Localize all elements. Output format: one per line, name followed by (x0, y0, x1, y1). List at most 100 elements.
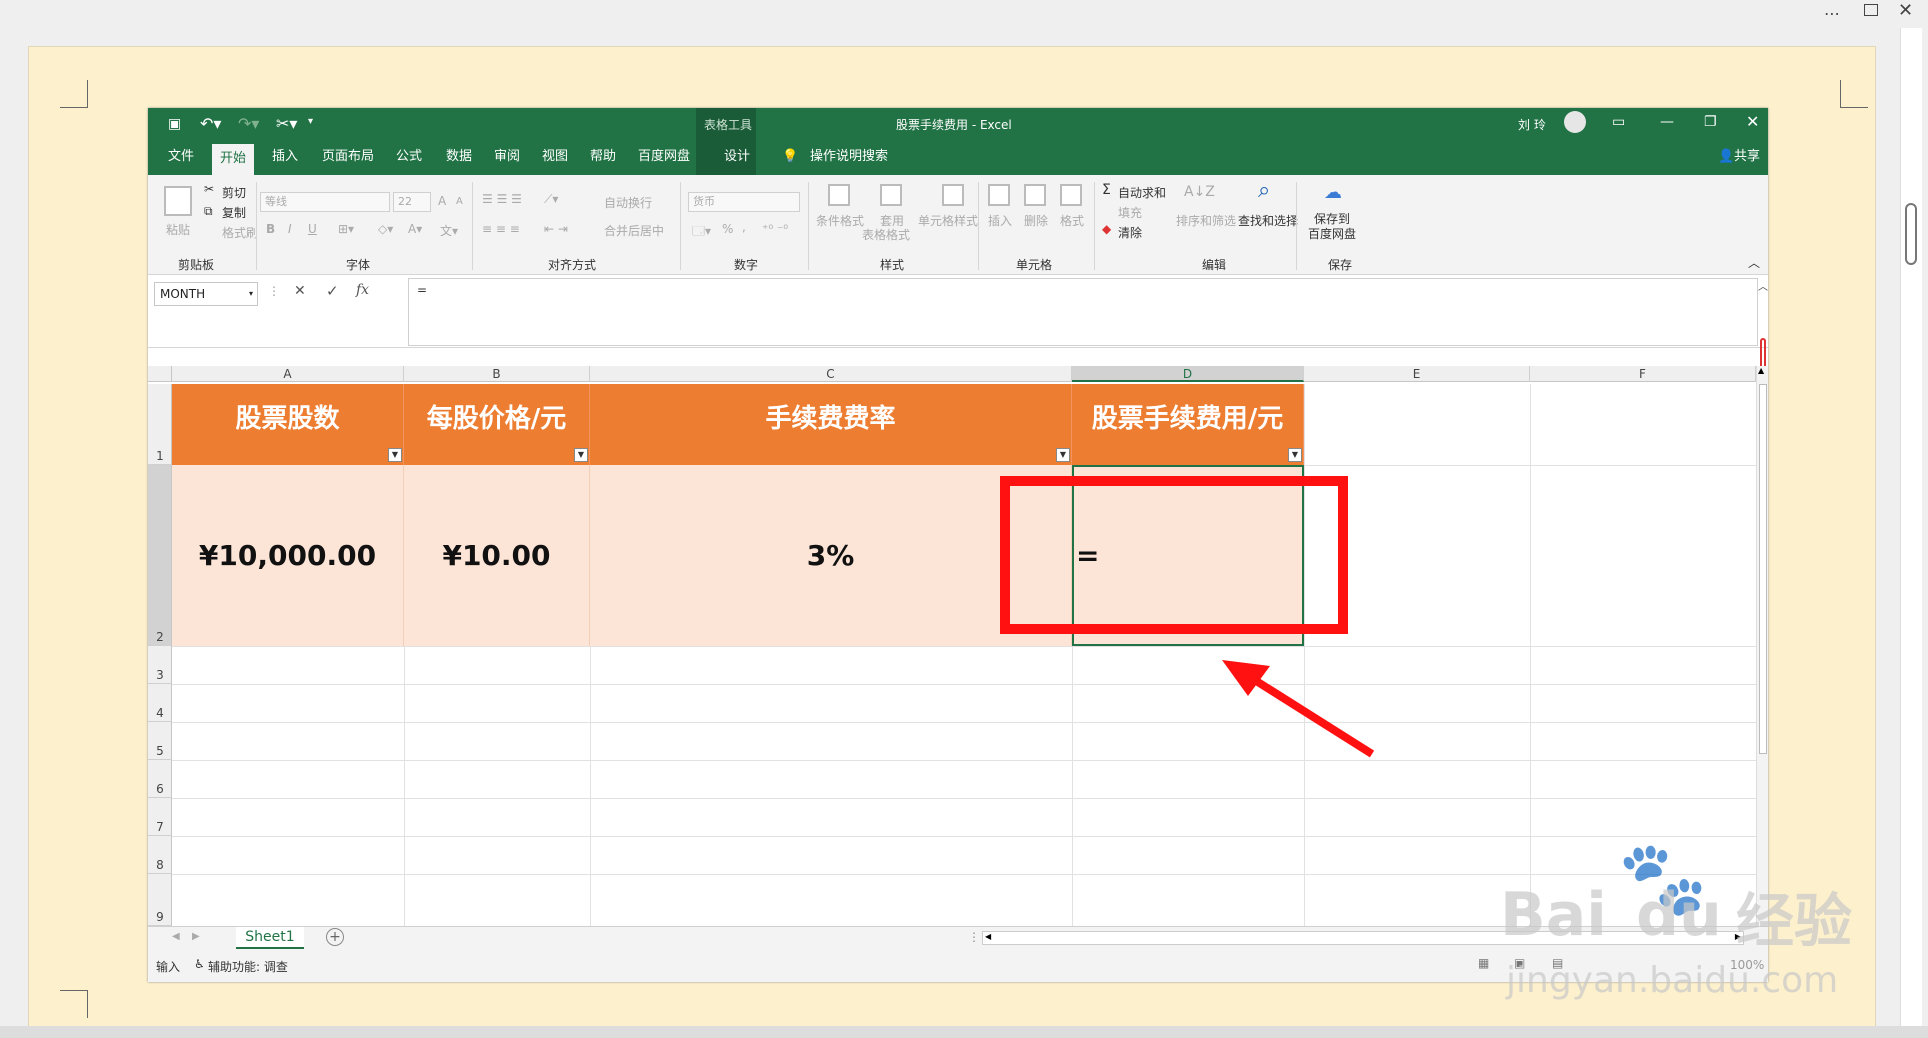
bold-button[interactable]: B (266, 222, 275, 236)
tab-splitter-icon[interactable]: ⋮ (968, 930, 980, 944)
align-left-icon[interactable]: ≡ ≡ ≡ (482, 222, 520, 236)
header-cell-a1[interactable]: 股票股数 (172, 384, 404, 465)
cell-styles-button[interactable]: 单元格样式 (918, 212, 978, 229)
column-header-c[interactable]: C (590, 366, 1072, 382)
redo-icon[interactable]: ↷▾ (238, 114, 259, 133)
phonetic-icon[interactable]: 文▾ (440, 222, 458, 239)
row-header-3[interactable]: 3 (148, 646, 172, 684)
header-cell-c1[interactable]: 手续费费率 (590, 384, 1072, 465)
orientation-icon[interactable]: ⟋▾ (544, 192, 558, 207)
document-horizontal-scrollbar[interactable] (0, 1026, 1928, 1038)
restore-icon[interactable]: ❐ (1704, 114, 1717, 130)
column-header-d[interactable]: D (1072, 366, 1304, 382)
paste-button[interactable]: 粘贴 (166, 221, 190, 238)
conditional-format-icon[interactable] (828, 184, 850, 206)
ribbon-display-icon[interactable]: ▭ (1612, 114, 1625, 130)
borders-icon[interactable]: ⊞▾ (338, 222, 354, 236)
select-all-corner[interactable] (148, 366, 172, 382)
underline-button[interactable]: U (308, 222, 317, 236)
font-size-select[interactable]: 22 (393, 192, 431, 212)
more-icon[interactable]: ⋯ (1824, 4, 1840, 23)
row-header-7[interactable]: 7 (148, 798, 172, 836)
delete-cells-button[interactable]: 删除 (1024, 212, 1048, 229)
filter-dropdown-a[interactable]: ▼ (388, 448, 402, 462)
insert-cells-button[interactable]: 插入 (988, 212, 1012, 229)
font-color-icon[interactable]: A▾ (408, 222, 422, 236)
cut-quick-icon[interactable]: ✂▾ (276, 114, 297, 133)
find-select-button[interactable]: 查找和选择 (1238, 212, 1298, 229)
italic-button[interactable]: I (288, 222, 292, 236)
decimal-icon[interactable]: ⁺⁰ ⁻⁰ (762, 222, 788, 236)
sheet-vertical-scrollbar[interactable]: ▲ (1756, 366, 1768, 926)
sheet-scroll-thumb[interactable] (1759, 384, 1767, 754)
cell-b2[interactable]: ¥10.00 (404, 465, 590, 646)
customize-qat-icon[interactable]: ▾ (308, 116, 313, 127)
filter-dropdown-c[interactable]: ▼ (1056, 448, 1070, 462)
column-header-a[interactable]: A (172, 366, 404, 382)
enter-icon[interactable]: ✓ (326, 282, 339, 300)
window-restore-icon[interactable] (1864, 4, 1878, 16)
filter-dropdown-b[interactable]: ▼ (574, 448, 588, 462)
filter-dropdown-d[interactable]: ▼ (1288, 448, 1302, 462)
save-icon[interactable]: ▣ (168, 116, 181, 132)
tab-insert[interactable]: 插入 (272, 143, 298, 171)
cell-styles-icon[interactable] (942, 184, 964, 206)
tab-file[interactable]: 文件 (168, 143, 194, 171)
close-icon[interactable]: ✕ (1898, 0, 1913, 21)
tab-help[interactable]: 帮助 (590, 143, 616, 171)
insert-cells-icon[interactable] (988, 184, 1010, 206)
undo-icon[interactable]: ↶▾ (200, 114, 221, 133)
percent-button[interactable]: % (722, 222, 733, 236)
collapse-ribbon-icon[interactable]: ︿ (1748, 254, 1760, 271)
accessibility-status[interactable]: 辅助功能: 调查 (208, 958, 288, 975)
sort-filter-icon[interactable]: A↓Z (1184, 184, 1215, 200)
column-header-f[interactable]: F (1530, 366, 1756, 382)
cut-button[interactable]: 剪切 (222, 184, 246, 201)
conditional-format-button[interactable]: 条件格式 (816, 212, 864, 229)
indent-icon[interactable]: ⇤ ⇥ (544, 222, 568, 236)
close-icon[interactable]: ✕ (1746, 112, 1759, 131)
tab-home[interactable]: 开始 (212, 144, 255, 175)
expand-formula-icon[interactable]: ︿ (1758, 278, 1768, 293)
name-box[interactable]: MONTH ▾ (154, 282, 258, 306)
delete-cells-icon[interactable] (1024, 184, 1046, 206)
format-cells-icon[interactable] (1060, 184, 1082, 206)
add-sheet-icon[interactable]: + (326, 928, 344, 946)
tell-me-search[interactable]: 操作说明搜索 (810, 143, 888, 171)
paste-icon[interactable] (164, 186, 192, 216)
column-header-e[interactable]: E (1304, 366, 1530, 382)
merge-center-button[interactable]: 合并后居中 (604, 222, 664, 239)
autosum-button[interactable]: 自动求和 (1118, 184, 1166, 201)
document-scroll-thumb[interactable] (1905, 203, 1917, 265)
cancel-icon[interactable]: ✕ (294, 283, 306, 299)
format-painter-button[interactable]: 格式刷 (222, 224, 258, 241)
copy-button[interactable]: 复制 (222, 204, 246, 221)
format-cells-button[interactable]: 格式 (1060, 212, 1084, 229)
clear-button[interactable]: 清除 (1118, 224, 1142, 241)
fill-button[interactable]: 填充 (1118, 204, 1142, 221)
insert-function-icon[interactable]: fx (356, 282, 369, 298)
tab-formulas[interactable]: 公式 (396, 143, 422, 171)
comma-button[interactable]: , (742, 220, 746, 234)
formula-input[interactable]: = (408, 278, 1758, 346)
horizontal-scrollbar[interactable]: ◀ ▶ (982, 931, 1744, 945)
save-to-baidu-button-2[interactable]: 百度网盘 (1308, 225, 1356, 242)
grow-font-button[interactable]: A (438, 194, 446, 208)
minimize-icon[interactable]: — (1660, 114, 1674, 130)
shrink-font-button[interactable]: A (456, 196, 463, 207)
normal-view-icon[interactable]: ▦ (1478, 956, 1489, 970)
tab-view[interactable]: 视图 (542, 143, 568, 171)
align-top-icon[interactable]: ☰ ☰ ☰ (482, 192, 522, 206)
scroll-left-icon[interactable]: ◀ (985, 932, 991, 941)
currency-icon[interactable]: 🗔▾ (692, 222, 711, 243)
format-table-icon[interactable] (880, 184, 902, 206)
sheet-tab-sheet1[interactable]: Sheet1 (236, 927, 304, 949)
sort-filter-button[interactable]: 排序和筛选 (1176, 212, 1236, 229)
sheet-next-icon[interactable]: ▶ (192, 931, 200, 942)
sheet-prev-icon[interactable]: ◀ (172, 931, 180, 942)
avatar[interactable] (1564, 111, 1586, 133)
row-header-8[interactable]: 8 (148, 836, 172, 874)
cell-a2[interactable]: ¥10,000.00 (172, 465, 404, 646)
tab-page-layout[interactable]: 页面布局 (322, 143, 374, 171)
number-format-select[interactable]: 货币 (688, 192, 800, 212)
